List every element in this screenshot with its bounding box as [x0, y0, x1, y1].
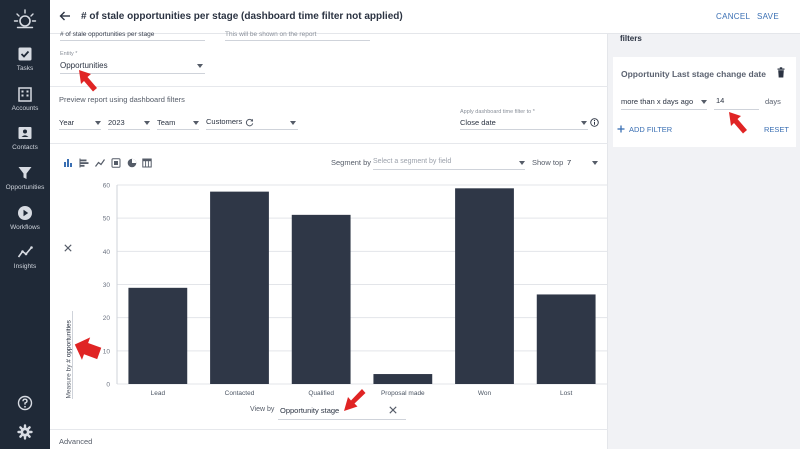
x-tick-label: Lead: [151, 390, 166, 397]
settings-gear-icon[interactable]: [17, 424, 33, 440]
x-tick-label: Qualified: [308, 390, 334, 397]
y-tick-label: 60: [103, 183, 111, 190]
y-tick-label: 30: [103, 282, 111, 289]
bar-lead: [128, 287, 188, 384]
help-icon[interactable]: [17, 395, 33, 411]
view-by-select[interactable]: Opportunity stage: [280, 406, 339, 415]
add-filter-button[interactable]: ADD FILTER: [629, 125, 672, 134]
insights-chart-icon: [17, 246, 33, 258]
bar-won: [455, 188, 514, 384]
cancel-button[interactable]: CANCEL: [716, 12, 750, 21]
back-arrow-icon[interactable]: [59, 10, 71, 22]
trash-icon[interactable]: [776, 67, 786, 78]
view-by-label: View by: [250, 406, 275, 413]
y-tick-label: 10: [103, 348, 111, 355]
y-tick-label: 0: [106, 382, 110, 389]
top-header: # of stale opportunities per stage (dash…: [50, 0, 800, 34]
view-by-underline: [278, 419, 406, 420]
divider: [50, 429, 608, 430]
page-title: # of stale opportunities per stage (dash…: [81, 11, 403, 22]
y-tick-label: 50: [103, 216, 111, 223]
nav-item-accounts[interactable]: Accounts: [0, 86, 50, 112]
annotation-arrow-icon: [74, 337, 102, 360]
nav-item-tasks[interactable]: Tasks: [0, 46, 50, 72]
sidebar: Tasks Accounts Contacts Opportunities Wo…: [0, 0, 50, 449]
filter-operator-select[interactable]: more than x days ago: [621, 97, 693, 106]
nav-item-contacts[interactable]: Contacts: [0, 125, 50, 151]
filter-value-input[interactable]: 14: [716, 96, 724, 105]
x-tick-label: Won: [478, 390, 492, 397]
nav-item-workflows[interactable]: Workflows: [0, 205, 50, 231]
building-icon: [18, 87, 32, 102]
nav-label: Contacts: [12, 144, 38, 151]
nav-label: Opportunities: [5, 184, 45, 191]
app-logo-icon[interactable]: [13, 8, 37, 32]
bar-proposal-made: [373, 374, 433, 384]
nav-item-insights[interactable]: Insights: [0, 244, 50, 270]
play-circle-icon: [18, 206, 32, 220]
y-tick-label: 40: [103, 249, 111, 256]
operator-underline: [621, 109, 707, 110]
reset-button[interactable]: RESET: [764, 125, 789, 134]
filter-field-name: Opportunity Last stage change date: [621, 69, 766, 79]
close-view-by-icon[interactable]: [389, 406, 397, 414]
x-tick-label: Lost: [560, 390, 572, 397]
bar-lost: [536, 294, 596, 384]
nav-label: Workflows: [10, 224, 40, 231]
operator-dropdown-caret[interactable]: [701, 100, 707, 104]
annotation-arrow-icon: [79, 70, 97, 92]
filters-panel: filters Opportunity Last stage change da…: [608, 34, 800, 449]
nav-item-opportunities[interactable]: Opportunities: [0, 165, 50, 191]
x-tick-label: Contacted: [225, 390, 255, 397]
plus-icon[interactable]: [617, 125, 625, 133]
advanced-section-toggle[interactable]: Advanced: [59, 437, 92, 446]
report-editor: # of stale opportunities per stage This …: [50, 31, 608, 449]
annotation-arrow-icon: [729, 112, 747, 134]
bar-qualified: [291, 214, 351, 384]
checkbox-icon: [18, 47, 32, 61]
annotation-arrow-icon: [344, 389, 366, 411]
contact-card-icon: [18, 127, 32, 139]
funnel-icon: [18, 167, 32, 179]
bar-contacted: [210, 191, 269, 384]
x-tick-label: Proposal made: [381, 390, 425, 397]
filters-title: filters: [620, 34, 642, 43]
filter-unit-label: days: [765, 97, 781, 106]
y-tick-label: 20: [103, 315, 111, 322]
nav-label: Tasks: [16, 65, 34, 72]
nav-label: Accounts: [11, 105, 39, 112]
stale-opportunities-bar-chart: 0 10 20 30 40 50 60 Lead Contacted Qualified Propo…: [103, 183, 607, 397]
save-button[interactable]: SAVE: [757, 12, 779, 21]
nav-label: Insights: [13, 263, 37, 270]
